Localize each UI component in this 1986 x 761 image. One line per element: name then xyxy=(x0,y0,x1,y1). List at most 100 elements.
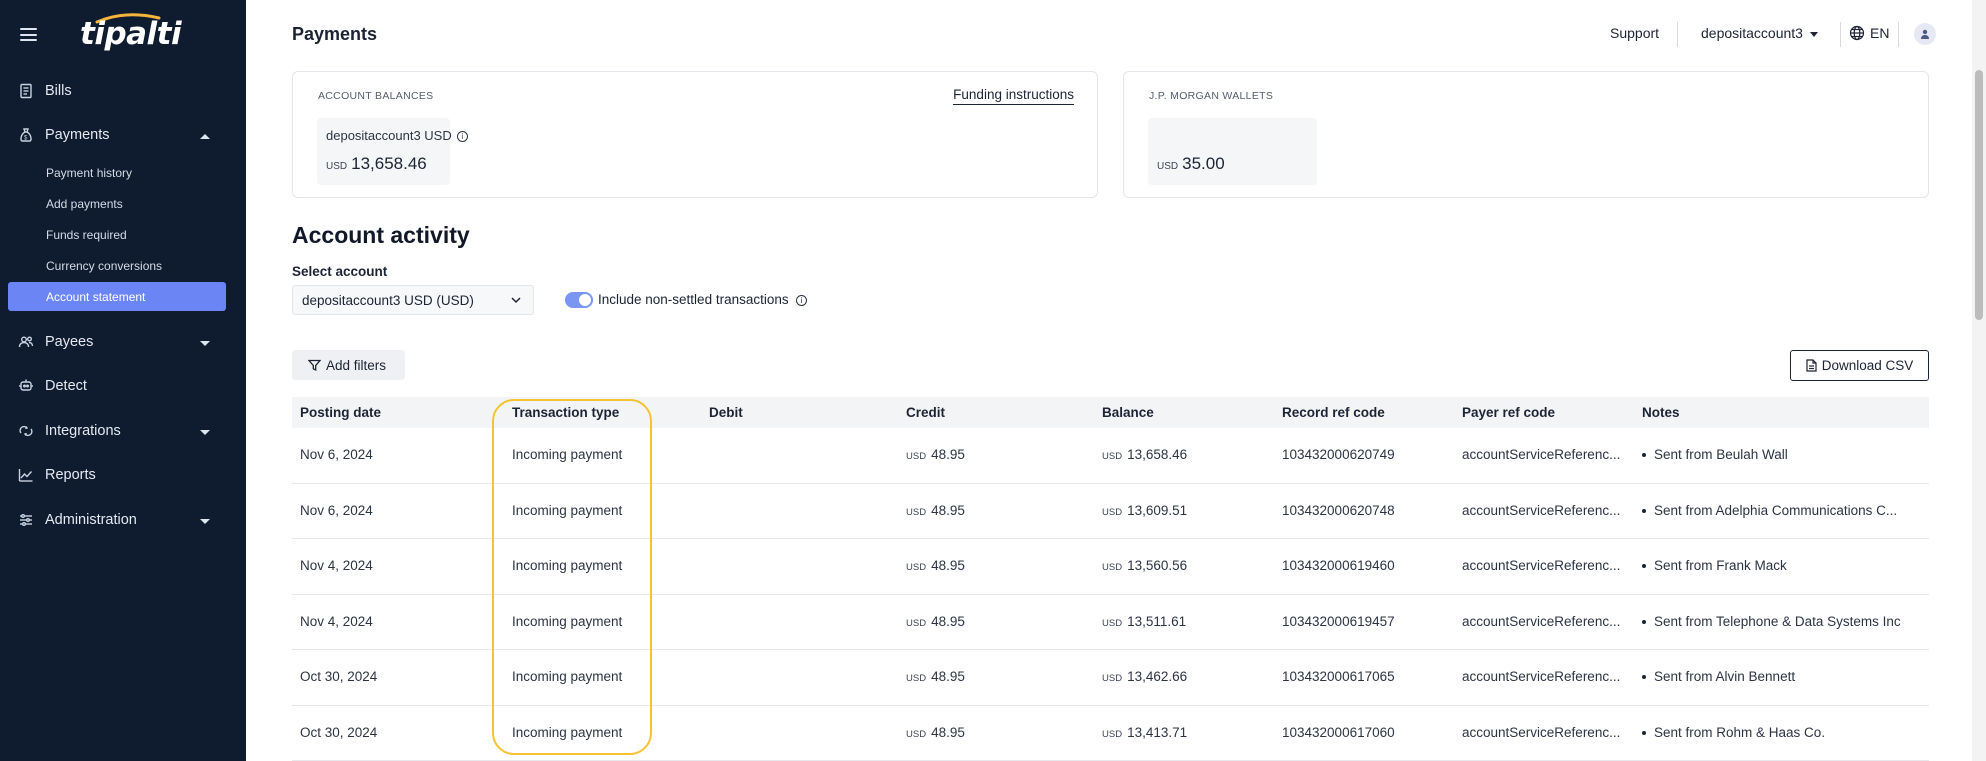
sidebar-item-reports[interactable]: Reports xyxy=(18,467,96,483)
column-header[interactable]: Posting date xyxy=(300,405,381,420)
account-switcher[interactable]: depositaccount3 xyxy=(1701,25,1803,41)
column-header[interactable]: Notes xyxy=(1642,405,1680,420)
support-link[interactable]: Support xyxy=(1610,25,1659,41)
currency-label: USD xyxy=(1157,161,1179,172)
sidebar-subitem-account-statement[interactable]: Account statement xyxy=(46,290,145,304)
tipalti-logo[interactable]: tipalti xyxy=(80,16,182,52)
card-title: J.P. MORGAN WALLETS xyxy=(1149,90,1274,102)
scrollbar[interactable] xyxy=(1972,0,1986,761)
language-selector[interactable]: EN xyxy=(1870,25,1889,41)
record-ref-cell: 103432000619460 xyxy=(1282,558,1395,573)
payer-ref-cell: accountServiceReferenc... xyxy=(1462,447,1621,462)
chevron-down-icon[interactable] xyxy=(200,519,210,524)
bullet-icon xyxy=(1642,508,1646,513)
posting-date-cell: Nov 4, 2024 xyxy=(300,613,373,629)
sidebar-item-payments[interactable]: $ Payments xyxy=(18,127,109,143)
filter-icon xyxy=(308,359,321,371)
money-bag-icon: $ xyxy=(18,127,34,143)
wallet-amount: USD 35.00 xyxy=(1157,154,1225,174)
sidebar-item-label: Bills xyxy=(45,83,72,99)
detect-icon xyxy=(18,378,34,394)
users-icon xyxy=(18,334,34,350)
balance-cell: USD 13,511.61 xyxy=(1102,613,1187,629)
account-balances-card: ACCOUNT BALANCES Funding instructions de… xyxy=(292,71,1098,198)
bullet-icon xyxy=(1642,675,1646,680)
sidebar-subitem-funds-required[interactable]: Funds required xyxy=(46,228,127,242)
currency-label: USD xyxy=(326,161,348,172)
payer-ref-cell: accountServiceReferenc... xyxy=(1462,669,1621,684)
account-select[interactable]: depositaccount3 USD (USD) xyxy=(292,285,534,315)
sidebar-item-detect[interactable]: Detect xyxy=(18,378,87,394)
payer-ref-cell: accountServiceReferenc... xyxy=(1462,558,1621,573)
amount-value: 13,658.46 xyxy=(351,154,427,173)
column-header[interactable]: Transaction type xyxy=(512,405,619,420)
select-value: depositaccount3 USD (USD) xyxy=(302,293,474,308)
bullet-icon xyxy=(1642,730,1646,735)
credit-cell: USD 48.95 xyxy=(906,502,965,518)
transaction-type-cell: Incoming payment xyxy=(512,613,623,629)
sidebar-item-payees[interactable]: Payees xyxy=(18,334,93,350)
table-header: Posting date Transaction type Debit Cred… xyxy=(292,397,1929,428)
hamburger-menu-icon[interactable] xyxy=(20,28,37,41)
sidebar-item-administration[interactable]: Administration xyxy=(18,512,137,528)
reports-icon xyxy=(18,467,34,483)
record-ref-cell: 103432000619457 xyxy=(1282,613,1395,629)
user-icon xyxy=(1921,29,1929,39)
sidebar: tipalti Bills $ Payments Payment history… xyxy=(0,0,246,761)
transaction-type-cell: Incoming payment xyxy=(512,558,623,573)
column-header[interactable]: Credit xyxy=(906,405,945,420)
scrollbar-thumb[interactable] xyxy=(1975,70,1983,320)
table-row[interactable]: Nov 4, 2024 Incoming payment USD 48.95 US… xyxy=(292,595,1929,650)
table-row[interactable]: Nov 6, 2024 Incoming payment USD 48.95 US… xyxy=(292,484,1929,539)
page-title: Payments xyxy=(292,24,378,44)
posting-date-cell: Nov 4, 2024 xyxy=(300,558,373,573)
add-filters-button[interactable]: Add filters xyxy=(292,350,405,380)
notes-cell: Sent from Beulah Wall xyxy=(1642,447,1788,462)
file-icon xyxy=(1806,359,1817,372)
sidebar-item-integrations[interactable]: Integrations xyxy=(18,423,121,439)
column-header[interactable]: Debit xyxy=(709,405,743,420)
payer-ref-cell: accountServiceReferenc... xyxy=(1462,613,1621,629)
caret-down-icon[interactable] xyxy=(1810,32,1818,37)
table-row[interactable]: Oct 30, 2024 Incoming payment USD 48.95 U… xyxy=(292,706,1929,761)
transaction-type-cell: Incoming payment xyxy=(512,669,623,684)
sidebar-subitem-currency-conversions[interactable]: Currency conversions xyxy=(46,259,162,273)
column-header[interactable]: Balance xyxy=(1102,405,1154,420)
sidebar-item-label: Integrations xyxy=(45,423,121,439)
sidebar-item-label: Reports xyxy=(45,467,96,483)
table-body: Nov 6, 2024 Incoming payment USD 48.95 US… xyxy=(292,428,1929,761)
table-row[interactable]: Oct 30, 2024 Incoming payment USD 48.95 U… xyxy=(292,650,1929,706)
chevron-down-icon[interactable] xyxy=(200,430,210,435)
credit-cell: USD 48.95 xyxy=(906,613,965,629)
header-divider xyxy=(1898,22,1899,47)
funding-instructions-link[interactable]: Funding instructions xyxy=(953,87,1074,105)
sidebar-subitem-payment-history[interactable]: Payment history xyxy=(46,166,132,180)
table-row[interactable]: Nov 4, 2024 Incoming payment USD 48.95 US… xyxy=(292,539,1929,595)
account-balance-tile[interactable]: depositaccount3 USD i USD 13,658.46 xyxy=(317,118,468,185)
download-csv-button[interactable]: Download CSV xyxy=(1790,350,1929,381)
avatar[interactable] xyxy=(1914,23,1936,45)
chevron-down-icon[interactable] xyxy=(200,341,210,346)
sidebar-subitem-add-payments[interactable]: Add payments xyxy=(46,197,123,211)
section-title: Account activity xyxy=(292,222,470,248)
posting-date-cell: Nov 6, 2024 xyxy=(300,447,373,462)
globe-icon[interactable] xyxy=(1849,25,1865,41)
chevron-up-icon[interactable] xyxy=(200,134,210,139)
sidebar-item-bills[interactable]: Bills xyxy=(18,83,72,99)
column-header[interactable]: Record ref code xyxy=(1282,405,1385,420)
sidebar-item-label: Administration xyxy=(45,512,137,528)
table-row[interactable]: Nov 6, 2024 Incoming payment USD 48.95 US… xyxy=(292,428,1929,484)
card-title: ACCOUNT BALANCES xyxy=(318,90,434,102)
posting-date-cell: Oct 30, 2024 xyxy=(300,724,378,740)
sidebar-item-label: Payments xyxy=(45,127,110,143)
posting-date-cell: Nov 6, 2024 xyxy=(300,502,373,518)
posting-date-cell: Oct 30, 2024 xyxy=(300,669,378,684)
record-ref-cell: 103432000620749 xyxy=(1282,447,1395,462)
column-header[interactable]: Payer ref code xyxy=(1462,405,1555,420)
info-icon[interactable]: i xyxy=(456,131,468,143)
notes-cell: Sent from Telephone & Data Systems Inc xyxy=(1642,614,1901,629)
non-settled-toggle[interactable] xyxy=(565,292,593,308)
wallet-balance-tile[interactable]: USD 35.00 xyxy=(1148,118,1317,185)
chevron-down-icon xyxy=(511,297,521,304)
info-icon[interactable]: i xyxy=(796,295,807,306)
